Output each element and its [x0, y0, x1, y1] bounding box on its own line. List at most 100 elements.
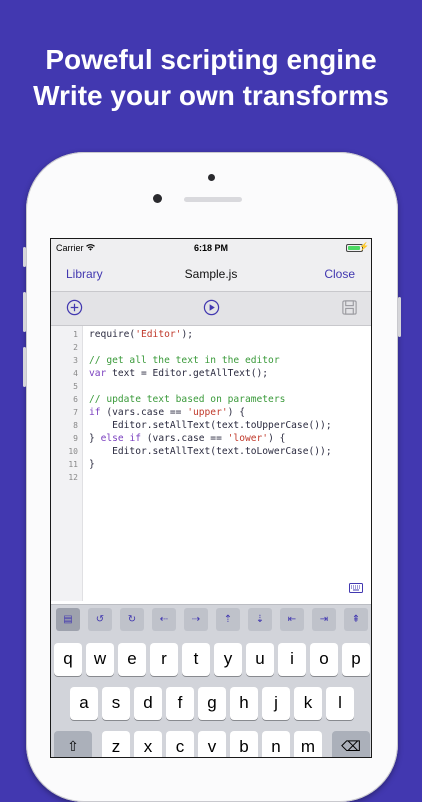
volume-up-button	[23, 292, 26, 332]
cursor-right-icon[interactable]: ⇢	[184, 608, 208, 631]
code-text: } else if (vars.case == 'lower') {	[89, 432, 285, 445]
status-bar: Carrier 6:18 PM ⚡	[51, 239, 371, 257]
key-b[interactable]: b	[230, 731, 258, 757]
status-time: 6:18 PM	[193, 243, 228, 253]
key-c[interactable]: c	[166, 731, 194, 757]
line-number: 6	[73, 395, 78, 404]
code-token: ) {	[227, 407, 245, 418]
key-o[interactable]: o	[310, 643, 338, 676]
cursor-up-icon[interactable]: ⇡	[216, 608, 240, 631]
code-token: require(	[89, 329, 136, 340]
key-v[interactable]: v	[198, 731, 226, 757]
key-u[interactable]: u	[246, 643, 274, 676]
key-q[interactable]: q	[54, 643, 82, 676]
key-y[interactable]: y	[214, 643, 242, 676]
code-token: // get all the text in the editor	[89, 355, 280, 366]
code-text: Editor.setAllText(text.toUpperCase());	[89, 419, 332, 432]
line-number: 12	[68, 473, 78, 482]
cursor-left-icon[interactable]: ⇠	[152, 608, 176, 631]
front-camera	[153, 194, 162, 203]
keyboard: q w e r t y u i o p a s d f g h j k l ⇧ z x c v b n m ⌫	[51, 635, 371, 757]
code-text: Editor.setAllText(text.toLowerCase());	[89, 445, 332, 458]
line-number: 3	[73, 356, 78, 365]
code-token: Editor.setAllText(text.toUpperCase());	[89, 420, 332, 431]
line-end-icon[interactable]: ⇥	[312, 608, 336, 631]
key-p[interactable]: p	[342, 643, 370, 676]
earpiece-speaker	[184, 197, 242, 202]
key-z[interactable]: z	[102, 731, 130, 757]
code-token: 'upper'	[187, 407, 228, 418]
line-number: 9	[73, 434, 78, 443]
run-icon[interactable]	[203, 299, 220, 316]
line-number: 4	[73, 369, 78, 378]
code-text: if (vars.case == 'upper') {	[89, 406, 245, 419]
redo-icon[interactable]: ↻	[120, 608, 144, 631]
code-token: }	[89, 459, 95, 470]
key-f[interactable]: f	[166, 687, 194, 720]
proximity-sensor	[208, 174, 215, 181]
key-t[interactable]: t	[182, 643, 210, 676]
code-token: (vars.case ==	[100, 407, 188, 418]
code-token: else if	[100, 433, 141, 444]
line-number: 8	[73, 421, 78, 430]
key-k[interactable]: k	[294, 687, 322, 720]
line-number: 5	[73, 382, 78, 391]
volume-down-button	[23, 347, 26, 387]
code-token: if	[89, 407, 101, 418]
file-title: Sample.js	[184, 267, 238, 281]
headline-line-2: Write your own transforms	[33, 80, 389, 111]
promo-headline: Poweful scripting engine Write your own …	[0, 42, 422, 114]
power-button	[398, 297, 401, 337]
line-number: 10	[68, 447, 78, 456]
key-x[interactable]: x	[134, 731, 162, 757]
mute-switch	[23, 247, 26, 267]
key-m[interactable]: m	[294, 731, 322, 757]
code-token: text = Editor.getAllText();	[106, 368, 269, 379]
key-i[interactable]: i	[278, 643, 306, 676]
undo-icon[interactable]: ↺	[88, 608, 112, 631]
code-token: Editor.setAllText(text.toLowerCase());	[89, 446, 332, 457]
line-start-icon[interactable]: ⇤	[280, 608, 304, 631]
code-token: var	[89, 368, 107, 379]
code-token: 'Editor'	[135, 329, 182, 340]
line-number: 1	[73, 330, 78, 339]
code-token: 'lower'	[227, 433, 269, 444]
line-number: 7	[73, 408, 78, 417]
add-icon[interactable]	[66, 299, 83, 316]
cursor-down-icon[interactable]: ⇣	[248, 608, 272, 631]
tab-key-icon[interactable]: ▤	[56, 608, 80, 631]
key-l[interactable]: l	[326, 687, 354, 720]
code-text: }	[89, 458, 95, 471]
code-token: }	[89, 433, 101, 444]
editor-toolbar	[51, 292, 371, 326]
key-s[interactable]: s	[102, 687, 130, 720]
key-w[interactable]: w	[86, 643, 114, 676]
key-e[interactable]: e	[118, 643, 146, 676]
page-up-icon[interactable]: ⇞	[344, 608, 368, 631]
key-n[interactable]: n	[262, 731, 290, 757]
code-token: ) {	[268, 433, 286, 444]
line-number: 11	[68, 460, 78, 469]
key-j[interactable]: j	[262, 687, 290, 720]
key-r[interactable]: r	[150, 643, 178, 676]
navigation-bar: Library Sample.js Close	[51, 257, 371, 292]
code-editor[interactable]: 1 require('Editor'); 2 3 // get all the text…	[51, 326, 371, 601]
code-token: );	[181, 329, 193, 340]
key-g[interactable]: g	[198, 687, 226, 720]
code-text: // update text based on parameters	[89, 393, 285, 406]
code-text: require('Editor');	[89, 328, 193, 341]
shift-key[interactable]: ⇧	[54, 731, 92, 757]
close-button[interactable]: Close	[324, 267, 355, 281]
device-screen: Carrier 6:18 PM ⚡ Library Sample.js Clos…	[50, 238, 372, 758]
charging-icon: ⚡	[359, 242, 369, 251]
key-d[interactable]: d	[134, 687, 162, 720]
key-h[interactable]: h	[230, 687, 258, 720]
shortcut-key-row: ▤ ↺ ↻ ⇠ ⇢ ⇡ ⇣ ⇤ ⇥ ⇞	[51, 604, 371, 635]
code-text: var text = Editor.getAllText();	[89, 367, 268, 380]
key-a[interactable]: a	[70, 687, 98, 720]
save-icon[interactable]	[341, 299, 358, 316]
keyboard-icon[interactable]	[349, 583, 363, 593]
code-text: // get all the text in the editor	[89, 354, 280, 367]
headline-line-1: Poweful scripting engine	[45, 44, 377, 75]
backspace-key[interactable]: ⌫	[332, 731, 370, 757]
